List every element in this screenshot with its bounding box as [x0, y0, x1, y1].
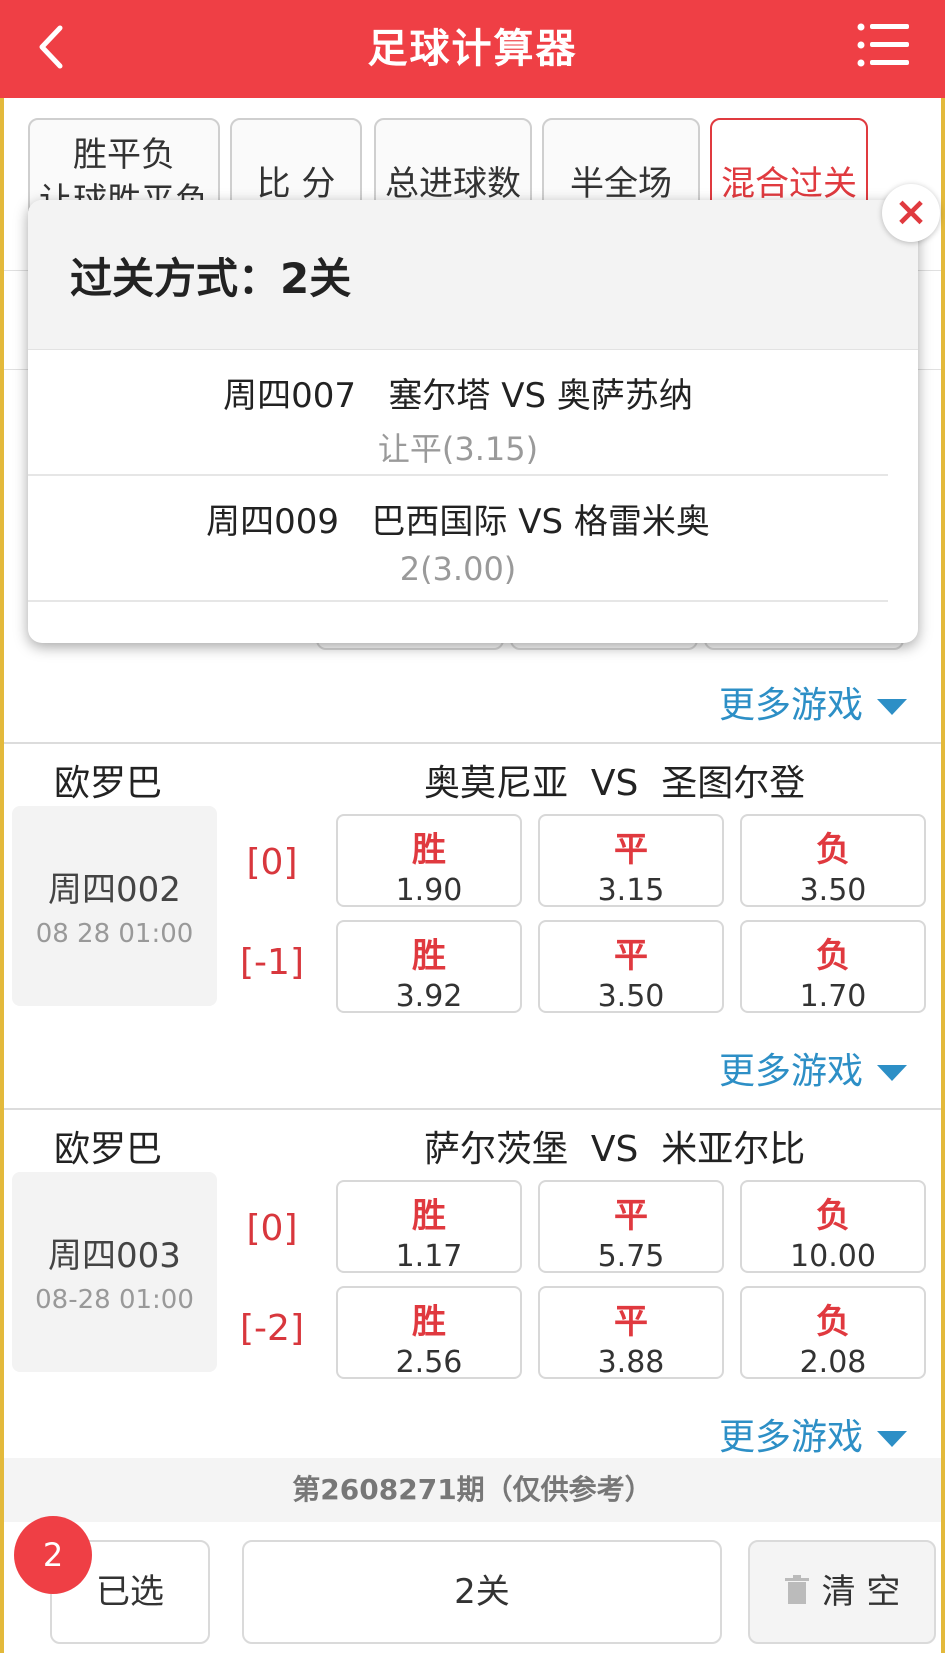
odds-value: 1.17 [395, 1239, 463, 1274]
bottom-bar: 已选 2关 清 空 [4, 1522, 941, 1653]
more-games-label: 更多游戏 [718, 685, 863, 726]
tab-label: 总进球数 [385, 164, 521, 204]
odds-label: 负 [816, 936, 850, 976]
tab-label: 混合过关 [721, 164, 857, 204]
odds-label: 平 [614, 1302, 648, 1342]
selection-pick: 2(3.00) [399, 550, 517, 588]
match-teams: 奥莫尼亚 VS 圣图尔登 [424, 763, 806, 804]
odds-label: 平 [614, 830, 648, 870]
league-name: 欧罗巴 [54, 763, 163, 804]
odds-value: 3.50 [597, 979, 665, 1014]
selected-count-badge: 2 [14, 1516, 92, 1594]
page-title: 足球计算器 [367, 26, 578, 72]
parlay-mode-button[interactable]: 2关 [242, 1540, 722, 1644]
more-games-link[interactable]: 更多游戏 [719, 1042, 907, 1094]
divider [4, 1108, 941, 1110]
match-datebox: 周四003 08-28 01:00 [12, 1172, 217, 1372]
odds-label: 胜 [412, 1196, 446, 1236]
odds-cell-draw[interactable]: 平 5.75 [538, 1180, 724, 1274]
odds-cell-draw[interactable]: 平 3.88 [538, 1286, 724, 1380]
handicap-label: [0] [246, 842, 298, 883]
handicap-label: [-2] [240, 1308, 304, 1349]
odds-label: 平 [614, 1196, 648, 1236]
odds-value: 5.75 [597, 1239, 665, 1274]
odds-value: 3.92 [395, 979, 463, 1014]
match-number: 周四003 [48, 1236, 181, 1276]
league-name: 欧罗巴 [54, 1129, 163, 1170]
odds-label: 胜 [412, 936, 446, 976]
odds-label: 平 [614, 936, 648, 976]
more-games-label: 更多游戏 [718, 1417, 863, 1458]
odds-cell-lose[interactable]: 负 1.70 [740, 920, 926, 1014]
clear-button[interactable]: 清 空 [748, 1540, 936, 1644]
match-time: 08-28 01:00 [35, 1285, 194, 1315]
match-number: 周四002 [48, 870, 181, 910]
top-bar: 足球计算器 [0, 0, 945, 98]
more-games-label: 更多游戏 [718, 1051, 863, 1092]
selected-label: 已选 [96, 1572, 164, 1612]
chevron-down-icon [877, 699, 907, 715]
more-games-link[interactable]: 更多游戏 [719, 1408, 907, 1460]
odds-value: 3.88 [597, 1345, 665, 1380]
popup-selection-item: 周四009 巴西国际 VS 格雷米奥 2(3.00) [28, 476, 888, 602]
odds-value: 1.90 [395, 873, 463, 908]
tab-label: 比 分 [256, 164, 336, 204]
odds-cell-win[interactable]: 胜 2.56 [336, 1286, 522, 1380]
popup-selection-item: 周四007 塞尔塔 VS 奥萨苏纳 让平(3.15) [28, 350, 888, 476]
odds-label: 负 [816, 1302, 850, 1342]
match-card: 欧罗巴 萨尔茨堡 VS 米亚尔比 周四003 08-28 01:00 [0] 胜… [4, 1108, 941, 1458]
popup-header: 过关方式：2关 [28, 200, 918, 350]
odds-cell-lose[interactable]: 负 3.50 [740, 814, 926, 908]
odds-cell-draw[interactable]: 平 3.50 [538, 920, 724, 1014]
selection-match: 周四007 塞尔塔 VS 奥萨苏纳 [223, 376, 693, 416]
menu-icon[interactable] [857, 22, 909, 68]
odds-cell-draw[interactable]: 平 3.15 [538, 814, 724, 908]
clear-label: 清 空 [821, 1572, 901, 1612]
odds-value: 2.08 [799, 1345, 867, 1380]
odds-value: 1.70 [799, 979, 867, 1014]
chevron-down-icon [877, 1431, 907, 1447]
match-datebox: 周四002 08 28 01:00 [12, 806, 217, 1006]
odds-label: 负 [816, 830, 850, 870]
divider [4, 742, 941, 744]
handicap-label: [0] [246, 1208, 298, 1249]
odds-cell-win[interactable]: 胜 1.17 [336, 1180, 522, 1274]
odds-cell-lose[interactable]: 负 10.00 [740, 1180, 926, 1274]
trash-icon [784, 1544, 810, 1644]
odds-value: 2.56 [395, 1345, 463, 1380]
match-time: 08 28 01:00 [35, 919, 194, 949]
odds-label: 负 [816, 1196, 850, 1236]
parlay-popup: 过关方式：2关 周四007 塞尔塔 VS 奥萨苏纳 让平(3.15) 周四009… [28, 200, 918, 643]
odds-value: 3.50 [799, 873, 867, 908]
close-icon[interactable]: × [882, 184, 940, 242]
chevron-down-icon [877, 1065, 907, 1081]
parlay-mode-label: 2关 [454, 1572, 510, 1612]
handicap-label: [-1] [240, 942, 304, 983]
odds-label: 胜 [412, 830, 446, 870]
odds-cell-lose[interactable]: 负 2.08 [740, 1286, 926, 1380]
odds-value: 10.00 [790, 1239, 876, 1274]
popup-title: 过关方式：2关 [70, 254, 352, 303]
tab-label: 半全场 [570, 164, 672, 204]
period-label: 第2608271期（仅供参考） [4, 1458, 941, 1522]
odds-label: 胜 [412, 1302, 446, 1342]
selection-pick: 让平(3.15) [377, 430, 539, 468]
match-card: 欧罗巴 奥莫尼亚 VS 圣图尔登 周四002 08 28 01:00 [0] 胜… [4, 742, 941, 1108]
more-games-link[interactable]: 更多游戏 [719, 676, 907, 728]
odds-value: 3.15 [597, 873, 665, 908]
odds-cell-win[interactable]: 胜 1.90 [336, 814, 522, 908]
selection-match: 周四009 巴西国际 VS 格雷米奥 [206, 502, 710, 542]
match-teams: 萨尔茨堡 VS 米亚尔比 [424, 1129, 806, 1170]
odds-cell-win[interactable]: 胜 3.92 [336, 920, 522, 1014]
